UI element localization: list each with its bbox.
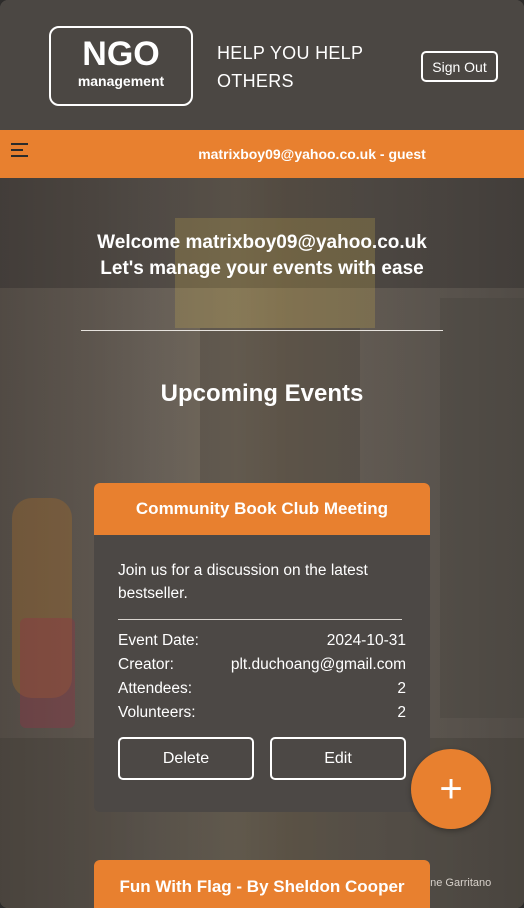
user-bar: matrixboy09@yahoo.co.uk - guest	[0, 130, 524, 178]
welcome-message: Welcome matrixboy09@yahoo.co.uk Let's ma…	[0, 230, 524, 282]
bg-pillar	[440, 298, 524, 718]
event-creator-label: Creator:	[118, 656, 174, 673]
event-card-title: Community Book Club Meeting	[94, 483, 430, 535]
event-card-2-title[interactable]: Fun With Flag - By Sheldon Cooper	[94, 860, 430, 908]
event-attendees-row: Attendees: 2	[118, 680, 406, 704]
event-volunteers-label: Volunteers:	[118, 704, 196, 721]
event-creator-row: Creator: plt.duchoang@gmail.com	[118, 656, 406, 680]
current-user-label: matrixboy09@yahoo.co.uk - guest	[198, 146, 426, 162]
bg-shopping-cart	[20, 618, 75, 728]
logo-main-text: NGO	[82, 35, 160, 73]
delete-event-button[interactable]: Delete	[118, 737, 254, 780]
event-date-label: Event Date:	[118, 632, 199, 649]
welcome-line-1: Welcome matrixboy09@yahoo.co.uk	[97, 232, 427, 253]
event-description: Join us for a discussion on the latest b…	[118, 562, 368, 602]
app-frame: Welcome matrixboy09@yahoo.co.uk Let's ma…	[0, 0, 524, 908]
event-attendees-value: 2	[397, 680, 406, 697]
event-creator-value: plt.duchoang@gmail.com	[230, 656, 406, 673]
app-header: NGO management HELP YOU HELP OTHERS Sign…	[0, 0, 524, 130]
event-attendees-label: Attendees:	[118, 680, 193, 697]
ngo-logo[interactable]: NGO management	[49, 26, 193, 106]
event-volunteers-row: Volunteers: 2	[118, 704, 406, 728]
add-event-button[interactable]: +	[411, 749, 491, 829]
hamburger-menu-icon[interactable]	[11, 142, 31, 160]
event-date-row: Event Date: 2024-10-31	[118, 632, 406, 656]
divider	[81, 330, 443, 331]
tagline: HELP YOU HELP OTHERS	[217, 43, 363, 91]
upcoming-events-title: Upcoming Events	[160, 380, 364, 407]
logo-sub-text: management	[77, 73, 165, 89]
event-volunteers-value: 2	[397, 704, 406, 721]
edit-event-button[interactable]: Edit	[270, 737, 406, 780]
event-divider	[118, 619, 402, 620]
welcome-line-2: Let's manage your events with ease	[100, 258, 424, 279]
event-card: Community Book Club Meeting Join us for …	[94, 483, 430, 812]
event-date-value: 2024-10-31	[326, 632, 406, 649]
sign-out-button[interactable]: Sign Out	[421, 51, 498, 82]
photo-credit: one Garritano	[424, 877, 492, 889]
